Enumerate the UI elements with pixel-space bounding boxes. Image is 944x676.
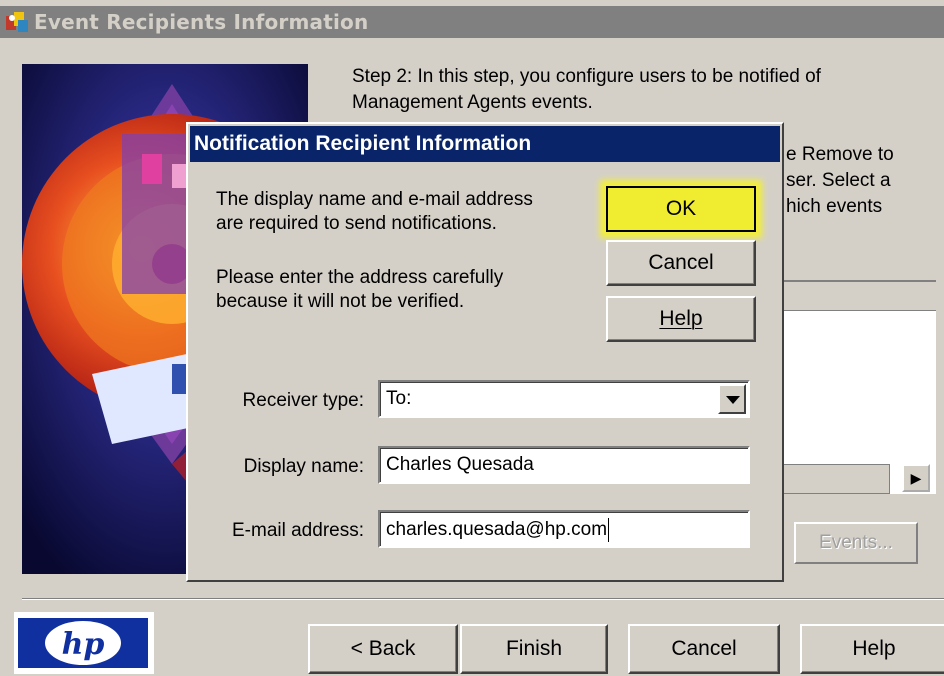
chevron-down-icon[interactable] <box>718 384 746 414</box>
dialog-title-bar: Notification Recipient Information <box>190 126 780 162</box>
receiver-type-select[interactable]: To: <box>378 380 750 418</box>
step-text-line2: Management Agents events. <box>352 92 593 113</box>
list-horizontal-scrollbar[interactable] <box>780 464 890 494</box>
dialog-title: Notification Recipient Information <box>194 132 532 155</box>
partial-text-line2: ser. Select a <box>786 170 891 191</box>
help-button[interactable]: Help <box>800 624 944 674</box>
hp-logo: hp <box>14 612 154 674</box>
warn-line1: Please enter the address carefully <box>216 267 504 288</box>
footer-divider <box>22 598 944 600</box>
cancel-button[interactable]: Cancel <box>628 624 780 674</box>
display-name-value: Charles Quesada <box>386 454 534 475</box>
app-icon <box>6 12 28 32</box>
events-button[interactable]: Events... <box>794 522 918 564</box>
dialog-help-label: Help <box>659 307 703 330</box>
text-cursor <box>608 518 610 542</box>
wizard-title-bar: Event Recipients Information <box>0 6 944 38</box>
step-text-line1: Step 2: In this step, you configure user… <box>352 66 821 87</box>
partial-text-line1: e Remove to <box>786 144 894 165</box>
info-line2: are required to send notifications. <box>216 213 497 234</box>
email-label: E-mail address: <box>232 520 364 541</box>
dialog-warning-text: Please enter the address carefully becau… <box>216 266 503 314</box>
receiver-type-value: To: <box>386 388 412 409</box>
ok-button[interactable]: OK <box>606 186 756 232</box>
recipients-list-header <box>782 282 936 311</box>
step-description: Step 2: In this step, you configure user… <box>352 64 821 116</box>
scroll-right-arrow-icon[interactable]: ▶ <box>902 464 930 492</box>
finish-button[interactable]: Finish <box>460 624 608 674</box>
svg-text:hp: hp <box>62 627 105 662</box>
dialog-info-text: The display name and e-mail address are … <box>216 188 533 236</box>
notification-dialog: Notification Recipient Information The d… <box>186 122 784 582</box>
info-line1: The display name and e-mail address <box>216 189 533 210</box>
back-button[interactable]: < Back <box>308 624 458 674</box>
email-input[interactable]: charles.quesada@hp.com <box>378 510 750 548</box>
recipients-list[interactable] <box>780 280 936 494</box>
dialog-help-button[interactable]: Help <box>606 296 756 342</box>
partial-text-line3: hich events <box>786 196 883 217</box>
email-value-wrap: charles.quesada@hp.com <box>386 518 610 542</box>
dialog-cancel-button[interactable]: Cancel <box>606 240 756 286</box>
display-name-label: Display name: <box>243 456 364 477</box>
wizard-title: Event Recipients Information <box>34 10 369 34</box>
email-value: charles.quesada@hp.com <box>386 519 608 541</box>
receiver-type-label: Receiver type: <box>242 390 364 411</box>
warn-line2: because it will not be verified. <box>216 291 465 312</box>
display-name-input[interactable]: Charles Quesada <box>378 446 750 484</box>
